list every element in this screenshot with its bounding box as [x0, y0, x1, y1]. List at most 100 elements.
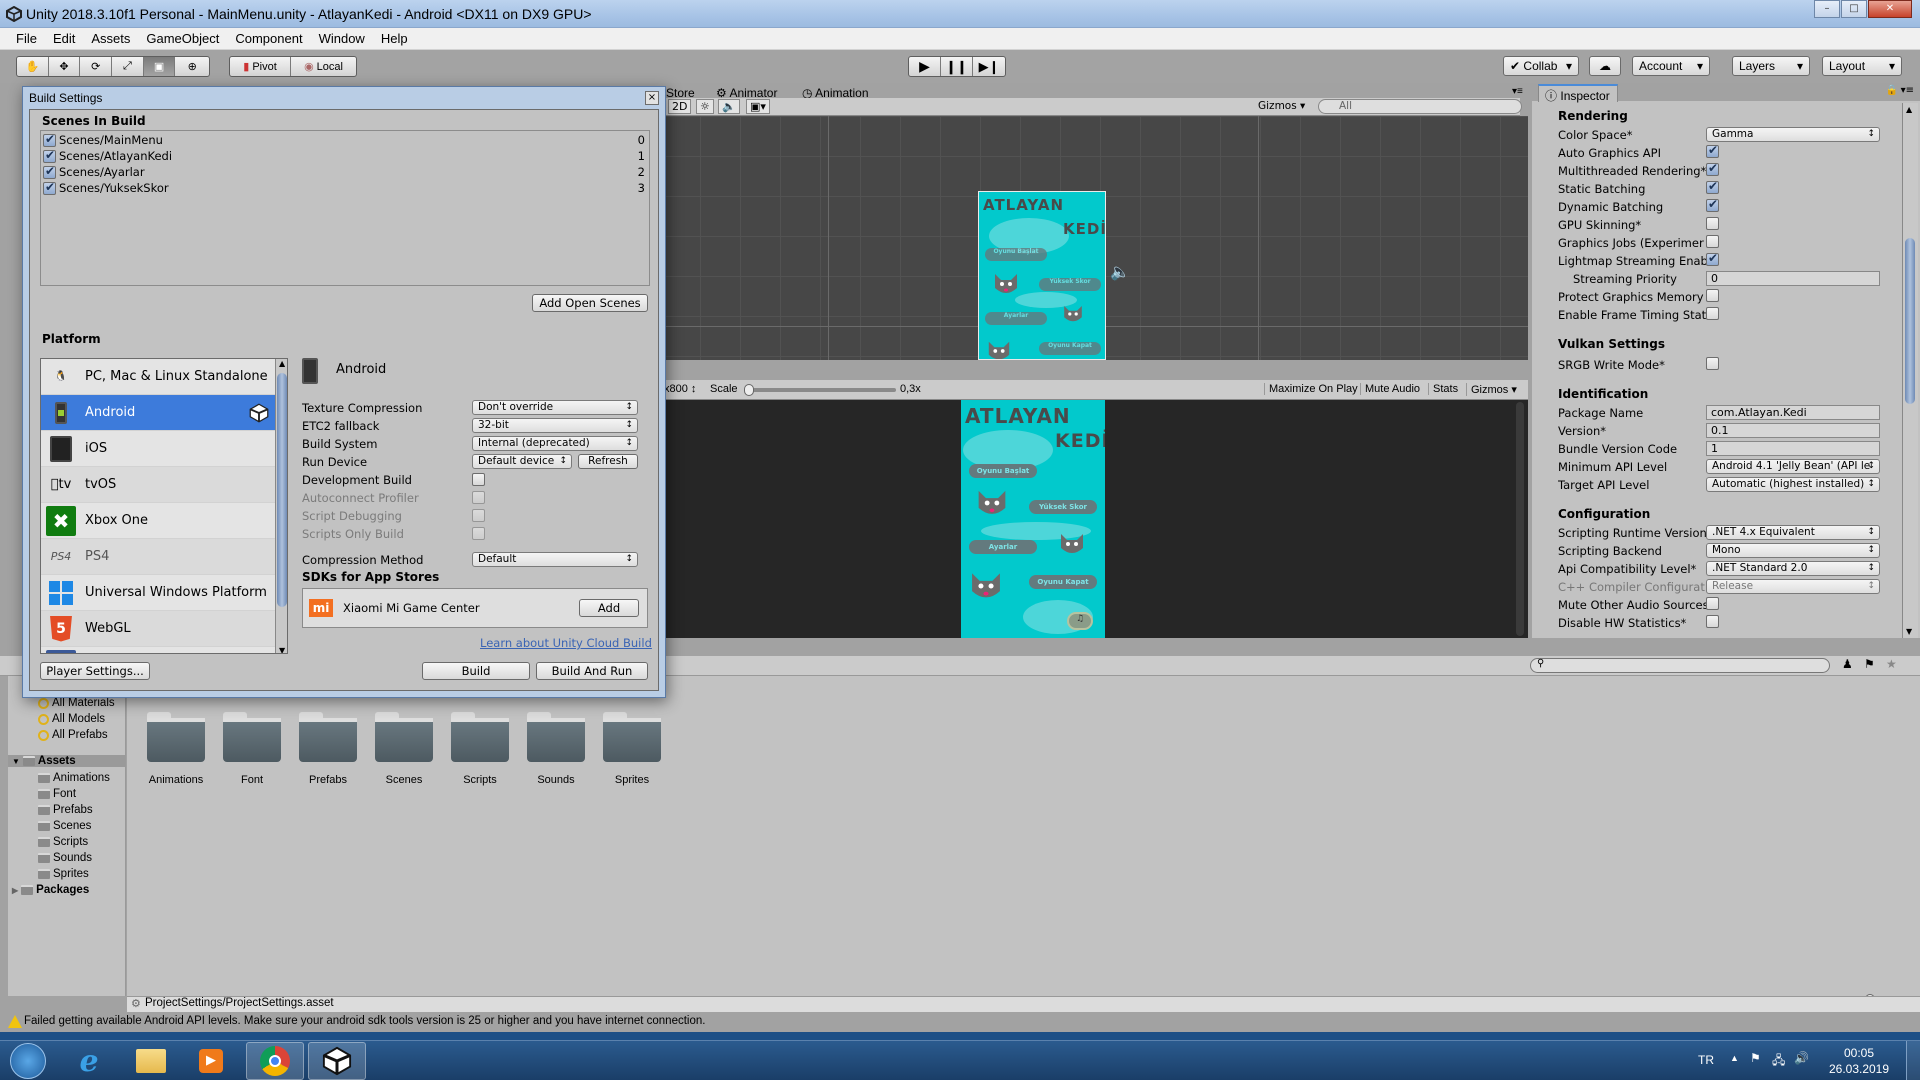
- platform-uwp[interactable]: Universal Windows Platform: [41, 575, 277, 611]
- scroll-down-icon[interactable]: ▼: [1906, 627, 1912, 636]
- scale-slider-thumb[interactable]: [744, 384, 754, 396]
- lock-icon[interactable]: 🔒: [1886, 85, 1898, 96]
- grid-folder-font[interactable]: Font: [223, 712, 281, 786]
- expand-arrow-icon[interactable]: ▼: [12, 757, 20, 766]
- scene-row[interactable]: Scenes/MainMenu0: [43, 132, 647, 149]
- scene-gizmos-dropdown[interactable]: Gizmos ▾: [1258, 100, 1305, 112]
- min-api-level-dropdown[interactable]: Android 4.1 'Jelly Bean' (API le: [1706, 459, 1880, 474]
- project-search-input[interactable]: ⚲: [1530, 658, 1830, 673]
- tree-folder-sprites[interactable]: Sprites: [38, 868, 89, 880]
- menu-window[interactable]: Window: [311, 28, 373, 49]
- texture-compression-dropdown[interactable]: Don't override: [472, 400, 638, 415]
- maximize-button[interactable]: □: [1841, 0, 1867, 18]
- clock-date[interactable]: 26.03.2019: [1824, 1062, 1894, 1076]
- inspector-scrollbar[interactable]: ▲ ▼: [1902, 103, 1918, 638]
- minimize-button[interactable]: –: [1814, 0, 1840, 18]
- version-field[interactable]: 0.1: [1706, 423, 1880, 438]
- color-space-dropdown[interactable]: Gamma: [1706, 127, 1880, 142]
- 2d-toggle[interactable]: 2D: [668, 99, 692, 114]
- volume-icon[interactable]: 🔊: [1794, 1051, 1809, 1065]
- scene-include-checkbox[interactable]: [43, 148, 56, 163]
- scene-view[interactable]: ATLAYAN KEDİ Oyunu Başlat Yüksek Skor Ay…: [660, 116, 1528, 360]
- show-desktop-button[interactable]: [1906, 1041, 1920, 1080]
- platform-more[interactable]: [41, 647, 277, 653]
- tree-folder-font[interactable]: Font: [38, 788, 76, 800]
- play-button[interactable]: ▶: [909, 57, 942, 76]
- maximize-on-play-toggle[interactable]: Maximize On Play: [1264, 383, 1358, 395]
- static-batching-checkbox[interactable]: [1706, 179, 1719, 194]
- status-message[interactable]: Failed getting available Android API lev…: [24, 1015, 705, 1027]
- tree-folder-animations[interactable]: Animations: [38, 772, 110, 784]
- grid-folder-scenes[interactable]: Scenes: [375, 712, 433, 786]
- account-dropdown[interactable]: Account ▾: [1632, 56, 1710, 76]
- scene-include-checkbox[interactable]: [43, 180, 56, 195]
- tree-folder-sounds[interactable]: Sounds: [38, 852, 92, 864]
- grid-folder-scripts[interactable]: Scripts: [451, 712, 509, 786]
- resolution-dropdown[interactable]: x800 ↕: [664, 383, 696, 395]
- menu-component[interactable]: Component: [227, 28, 310, 49]
- game-screen[interactable]: ATLAYAN KEDİ Oyunu Başlat Yüksek Skor Ay…: [961, 400, 1105, 638]
- srgb-write-mode-checkbox[interactable]: [1706, 357, 1719, 370]
- grid-folder-sprites[interactable]: Sprites: [603, 712, 661, 786]
- clock-time[interactable]: 00:05: [1824, 1046, 1894, 1060]
- gpu-skinning-checkbox[interactable]: [1706, 217, 1719, 230]
- scene-row[interactable]: Scenes/YuksekSkor3: [43, 180, 647, 197]
- tree-favorite-materials[interactable]: All Materials: [38, 697, 115, 709]
- tree-folder-prefabs[interactable]: Prefabs: [38, 804, 93, 816]
- add-open-scenes-button[interactable]: Add Open Scenes: [532, 294, 648, 312]
- audio-toggle-icon[interactable]: 🔈: [718, 99, 740, 114]
- scroll-up-icon[interactable]: ▲: [279, 359, 285, 368]
- taskbar-media-player[interactable]: ▶: [182, 1042, 240, 1080]
- game-view[interactable]: ATLAYAN KEDİ Oyunu Başlat Yüksek Skor Ay…: [660, 400, 1528, 638]
- lightmap-streaming-checkbox[interactable]: [1706, 251, 1719, 266]
- favorite-star-icon[interactable]: ★: [1886, 657, 1897, 671]
- disable-hw-stats-checkbox[interactable]: [1706, 615, 1719, 628]
- dialog-close-button[interactable]: ×: [645, 91, 659, 105]
- move-tool-icon[interactable]: ✥: [49, 57, 81, 76]
- platform-standalone[interactable]: 🐧 PC, Mac & Linux Standalone: [41, 359, 277, 395]
- platform-list-scrollbar[interactable]: ▲ ▼: [275, 359, 287, 653]
- music-toggle-icon[interactable]: ♫: [1067, 612, 1093, 630]
- tree-packages-root[interactable]: ▶ Packages: [12, 884, 89, 896]
- quit-game-button[interactable]: Oyunu Kapat: [1029, 575, 1097, 589]
- scene-include-checkbox[interactable]: [43, 164, 56, 179]
- layout-dropdown[interactable]: Layout ▾: [1822, 56, 1902, 76]
- game-view-scrollbar[interactable]: [1516, 402, 1524, 636]
- rect-tool-icon[interactable]: ▣: [143, 57, 176, 76]
- transform-tool-icon[interactable]: ⊕: [175, 57, 209, 76]
- inspector-scroll-thumb[interactable]: [1905, 238, 1915, 404]
- pause-button[interactable]: ❙❙: [941, 57, 974, 76]
- layers-dropdown[interactable]: Layers ▾: [1732, 56, 1810, 76]
- taskbar-file-explorer[interactable]: [122, 1042, 180, 1080]
- scroll-up-icon[interactable]: ▲: [1906, 105, 1912, 114]
- menu-assets[interactable]: Assets: [83, 28, 138, 49]
- cloud-build-link[interactable]: Learn about Unity Cloud Build: [480, 636, 652, 650]
- close-button[interactable]: ✕: [1868, 0, 1912, 18]
- tab-inspector[interactable]: ⓘ Inspector: [1538, 84, 1618, 103]
- tree-favorite-models[interactable]: All Models: [38, 713, 105, 725]
- scene-row[interactable]: Scenes/Ayarlar2: [43, 164, 647, 181]
- cloud-button[interactable]: ☁: [1589, 56, 1621, 76]
- tree-assets-root[interactable]: ▼ Assets: [8, 755, 126, 767]
- scale-slider[interactable]: [744, 384, 896, 396]
- platform-scroll-thumb[interactable]: [277, 373, 287, 607]
- refresh-devices-button[interactable]: Refresh: [578, 454, 638, 469]
- compression-method-dropdown[interactable]: Default: [472, 552, 638, 567]
- collab-dropdown[interactable]: ✔ Collab ▾: [1503, 56, 1579, 76]
- menu-help[interactable]: Help: [373, 28, 416, 49]
- menu-gameobject[interactable]: GameObject: [138, 28, 227, 49]
- graphics-jobs-checkbox[interactable]: [1706, 235, 1719, 248]
- build-button[interactable]: Build: [422, 662, 530, 680]
- tree-folder-scripts[interactable]: Scripts: [38, 836, 88, 848]
- local-button[interactable]: ◉ Local: [291, 57, 356, 76]
- game-gizmos-dropdown[interactable]: Gizmos ▾: [1466, 383, 1517, 396]
- action-center-flag-icon[interactable]: ⚑: [1750, 1051, 1761, 1065]
- tree-folder-scenes[interactable]: Scenes: [38, 820, 91, 832]
- dynamic-batching-checkbox[interactable]: [1706, 197, 1719, 212]
- lighting-toggle-icon[interactable]: ☼: [696, 99, 714, 114]
- status-bar[interactable]: Failed getting available Android API lev…: [0, 1012, 1920, 1032]
- build-system-dropdown[interactable]: Internal (deprecated): [472, 436, 638, 451]
- build-and-run-button[interactable]: Build And Run: [536, 662, 648, 680]
- platform-webgl[interactable]: 5 WebGL: [41, 611, 277, 647]
- frame-timing-stats-checkbox[interactable]: [1706, 307, 1719, 320]
